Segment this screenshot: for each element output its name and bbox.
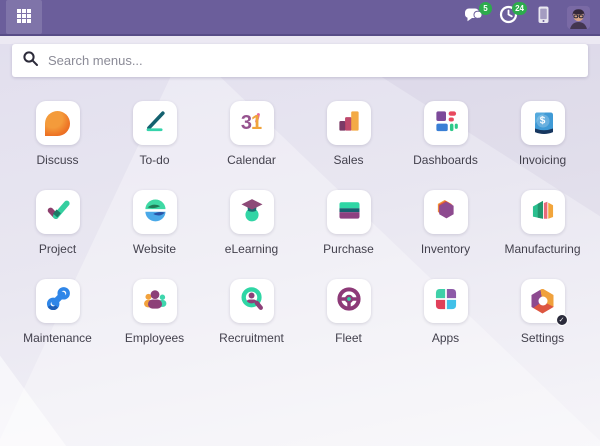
odoo-home-menu: 5 24 [0,0,600,446]
app-todo[interactable]: To-do [106,101,203,168]
calendar-day-digit: 1 [251,112,262,135]
app-sales[interactable]: Sales [300,101,397,168]
app-card [230,279,274,323]
search-icon [22,50,39,72]
app-fleet[interactable]: Fleet [300,279,397,346]
invoicing-icon: $ [529,109,557,137]
app-card [424,279,468,323]
apps-menu-toggle[interactable] [6,0,42,34]
app-card [424,101,468,145]
app-card: ✓ [521,279,565,323]
app-card [133,279,177,323]
home-menu-content: Discuss To-do 3 [0,44,600,446]
app-dashboards[interactable]: Dashboards [397,101,494,168]
elearning-icon [238,196,266,229]
employees-icon [141,285,169,318]
app-label: Project [39,242,76,257]
app-label: Manufacturing [504,242,580,257]
purchase-icon [335,196,363,229]
app-label: Maintenance [23,331,92,346]
app-settings[interactable]: ✓ Settings [494,279,591,346]
search-input[interactable] [48,53,578,68]
settings-icon [530,289,555,314]
dollar-symbol: $ [536,114,549,127]
app-card [327,101,371,145]
app-label: Settings [521,331,564,346]
app-project[interactable]: Project [9,190,106,257]
app-calendar[interactable]: 3 1 Calendar [203,101,300,168]
app-card: $ [521,101,565,145]
app-maintenance[interactable]: Maintenance [9,279,106,346]
manufacturing-icon [529,196,557,229]
app-card: 3 1 [230,101,274,145]
app-label: Purchase [323,242,374,257]
grid-icon [16,8,32,27]
app-card [230,190,274,234]
app-label: Website [133,242,176,257]
apps-icon [432,285,460,318]
topbar-right: 5 24 [462,6,600,29]
app-apps[interactable]: Apps [397,279,494,346]
app-label: Sales [333,153,363,168]
app-inventory[interactable]: Inventory [397,190,494,257]
app-label: To-do [139,153,169,168]
app-label: Discuss [36,153,78,168]
app-invoicing[interactable]: $ Invoicing [494,101,591,168]
recruitment-icon [238,285,266,318]
inventory-icon [432,196,460,229]
discuss-icon [45,111,70,136]
app-card [36,101,80,145]
app-elearning[interactable]: eLearning [203,190,300,257]
app-label: Employees [125,331,184,346]
app-card [327,190,371,234]
apps-grid: Discuss To-do 3 [0,101,600,346]
app-discuss[interactable]: Discuss [9,101,106,168]
app-card [36,190,80,234]
fleet-icon [335,285,363,318]
app-card [36,279,80,323]
app-label: Calendar [227,153,276,168]
dashboards-icon [432,107,460,140]
app-card [133,190,177,234]
activities-button[interactable]: 24 [497,6,519,28]
check-badge-icon: ✓ [556,314,568,326]
app-label: Fleet [335,331,362,346]
app-manufacturing[interactable]: Manufacturing [494,190,591,257]
calendar-icon: 3 1 [238,109,266,137]
app-label: Apps [432,331,459,346]
project-icon [44,196,72,229]
messages-button[interactable]: 5 [462,6,484,28]
app-label: Invoicing [519,153,566,168]
phone-icon [536,5,551,30]
app-label: Recruitment [219,331,284,346]
app-label: eLearning [225,242,278,257]
app-employees[interactable]: Employees [106,279,203,346]
app-recruitment[interactable]: Recruitment [203,279,300,346]
settings-icon-hole [538,297,547,306]
activities-badge: 24 [512,2,527,15]
calendar-day-digit: 3 [241,112,251,135]
app-label: Inventory [421,242,470,257]
topbar: 5 24 [0,0,600,36]
app-website[interactable]: Website [106,190,203,257]
user-avatar[interactable] [567,6,590,29]
app-purchase[interactable]: Purchase [300,190,397,257]
maintenance-icon [44,285,72,318]
app-card [521,190,565,234]
app-label: Dashboards [413,153,478,168]
app-card [327,279,371,323]
website-icon [141,196,169,229]
messages-badge: 5 [479,2,492,15]
app-card [133,101,177,145]
todo-icon [141,107,169,140]
mobile-button[interactable] [532,6,554,28]
sales-icon [335,107,363,140]
app-card [424,190,468,234]
search-bar [12,44,588,77]
